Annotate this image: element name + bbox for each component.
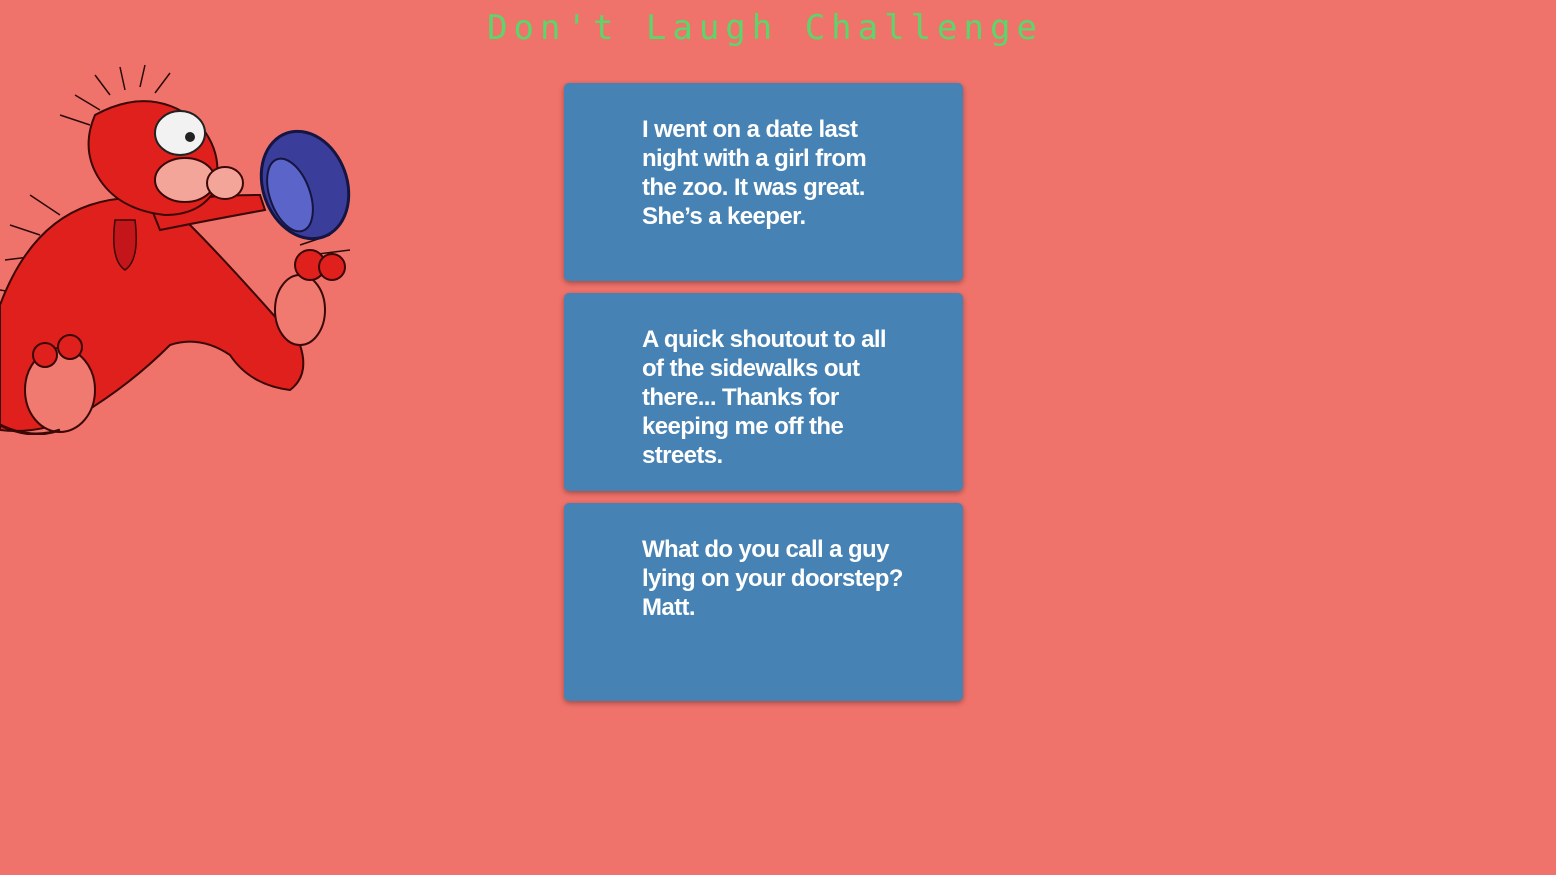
joke-card: What do you call a guy lying on your doo… [564,503,963,701]
joke-text: I went on a date last night with a girl … [642,116,867,230]
cartoon-cat-image [0,64,351,435]
joke-card: A quick shoutout to all of the sidewalks… [564,293,963,491]
joke-card-list: I went on a date last night with a girl … [564,83,963,713]
page: Don't Laugh Challenge I went on a date l… [0,0,1556,875]
joke-text: What do you call a guy lying on your doo… [642,536,903,621]
joke-text: A quick shoutout to all of the sidewalks… [642,326,887,469]
page-title: Don't Laugh Challenge [487,8,1043,48]
joke-card: I went on a date last night with a girl … [564,83,963,281]
